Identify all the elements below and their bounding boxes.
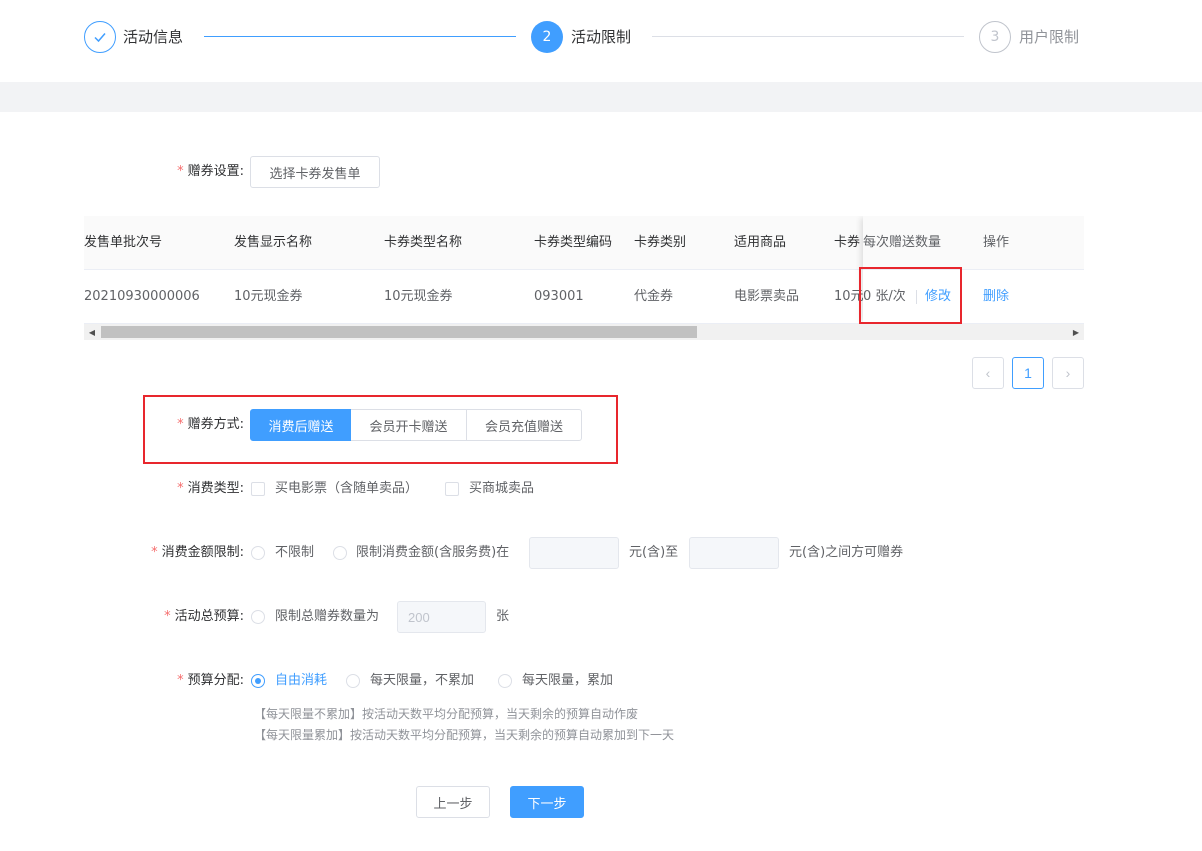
header-display-name: 发售显示名称 xyxy=(234,235,313,250)
budget-label: * 活动总预算: xyxy=(164,609,244,624)
pagination-next-button[interactable]: › xyxy=(1052,357,1084,389)
amount-end-text: 元(含)之间方可赠券 xyxy=(789,545,904,560)
step-2-number: 2 xyxy=(531,21,563,53)
amount-no-limit-label[interactable]: 不限制 xyxy=(275,543,314,563)
allocation-free-radio[interactable] xyxy=(251,674,265,688)
cell-batch-no: 20210930000006 xyxy=(84,289,200,304)
gift-method-recharge[interactable]: 会员充值赠送 xyxy=(466,409,582,441)
amount-min-input[interactable] xyxy=(529,537,619,569)
allocation-daily-no-accum-label[interactable]: 每天限量，不累加 xyxy=(370,671,474,691)
consume-type-movie-checkbox[interactable] xyxy=(251,482,265,496)
allocation-hint-1: 【每天限量不累加】按活动天数平均分配预算，当天剩余的预算自动作废 xyxy=(254,707,639,721)
highlight-quantity-box xyxy=(859,267,962,324)
step-line-1 xyxy=(204,36,516,37)
cell-type-code: 093001 xyxy=(534,289,584,304)
pagination-prev-button[interactable]: ‹ xyxy=(972,357,1004,389)
table-horizontal-scrollbar[interactable]: ◀ ▶ xyxy=(84,324,1084,340)
allocation-daily-accum-radio[interactable] xyxy=(498,674,512,688)
step-3-number: 3 xyxy=(979,21,1011,53)
amount-limit-label: * 消费金额限制: xyxy=(151,545,244,560)
scroll-left-icon[interactable]: ◀ xyxy=(84,324,100,340)
consume-type-movie-label[interactable]: 买电影票（含随单卖品） xyxy=(275,479,418,499)
gift-method-after-consume[interactable]: 消费后赠送 xyxy=(250,409,352,441)
step-3-label: 用户限制 xyxy=(1019,28,1080,46)
step-2-label: 活动限制 xyxy=(571,28,632,46)
budget-quantity-input[interactable] xyxy=(397,601,486,633)
header-batch-no: 发售单批次号 xyxy=(84,235,163,250)
header-type-name: 卡券类型名称 xyxy=(384,235,463,250)
amount-max-input[interactable] xyxy=(689,537,779,569)
scroll-right-icon[interactable]: ▶ xyxy=(1068,324,1084,340)
cell-category: 代金券 xyxy=(634,289,674,304)
allocation-daily-no-accum-radio[interactable] xyxy=(346,674,360,688)
header-type-code: 卡券类型编码 xyxy=(534,235,613,250)
header-category: 卡券类别 xyxy=(634,235,687,250)
gift-method-open-card[interactable]: 会员开卡赠送 xyxy=(351,409,467,441)
step-1-label: 活动信息 xyxy=(123,28,184,46)
cell-type-name: 10元现金券 xyxy=(384,289,453,304)
amount-to-text: 元(含)至 xyxy=(629,545,679,560)
cell-goods: 电影票卖品 xyxy=(734,289,800,304)
steps-bar: 活动信息 2 活动限制 3 用户限制 xyxy=(0,0,1202,82)
delete-row-link[interactable]: 删除 xyxy=(983,270,1009,324)
select-coupon-button[interactable]: 选择卡券发售单 xyxy=(250,156,380,188)
consume-type-mall-checkbox[interactable] xyxy=(445,482,459,496)
fixed-header: 每次赠送数量 操作 xyxy=(863,216,1084,270)
gift-method-label: * 赠券方式: xyxy=(177,417,244,432)
amount-no-limit-radio[interactable] xyxy=(251,546,265,560)
next-step-button[interactable]: 下一步 xyxy=(510,786,584,818)
header-quantity: 每次赠送数量 xyxy=(863,235,942,250)
allocation-label: * 预算分配: xyxy=(177,673,244,688)
cell-display-name: 10元现金券 xyxy=(234,289,303,304)
budget-limit-option-label[interactable]: 限制总赠券数量为 xyxy=(275,607,379,627)
budget-limit-radio[interactable] xyxy=(251,610,265,624)
amount-limit-option-label[interactable]: 限制消费金额(含服务费)在 xyxy=(356,543,509,563)
step-done-check-icon xyxy=(84,21,116,53)
coupon-setting-label: * 赠券设置: xyxy=(177,164,244,179)
step-line-2 xyxy=(652,36,964,37)
allocation-daily-accum-label[interactable]: 每天限量，累加 xyxy=(522,671,613,691)
budget-unit-text: 张 xyxy=(496,609,510,624)
amount-limit-radio[interactable] xyxy=(333,546,347,560)
header-goods: 适用商品 xyxy=(734,235,787,250)
allocation-hint-2: 【每天限量累加】按活动天数平均分配预算，当天剩余的预算自动累加到下一天 xyxy=(254,728,675,742)
allocation-free-label[interactable]: 自由消耗 xyxy=(275,671,327,691)
prev-step-button[interactable]: 上一步 xyxy=(416,786,490,818)
section-divider xyxy=(0,82,1202,112)
pagination-page-1[interactable]: 1 xyxy=(1012,357,1044,389)
header-coupon: 卡券 xyxy=(834,235,861,250)
scroll-thumb[interactable] xyxy=(101,326,697,338)
consume-type-label: * 消费类型: xyxy=(177,481,244,496)
consume-type-mall-label[interactable]: 买商城卖品 xyxy=(469,479,534,499)
header-actions: 操作 xyxy=(983,235,1010,250)
